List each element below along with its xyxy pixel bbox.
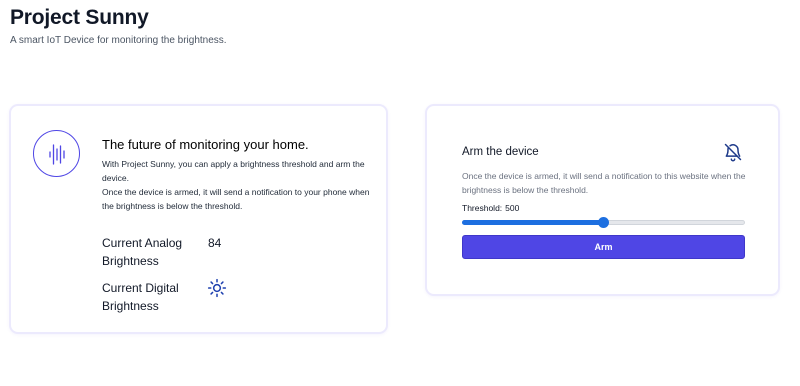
monitor-description: With Project Sunny, you can apply a brig… xyxy=(102,157,372,213)
slider-fill xyxy=(462,220,604,225)
page-subtitle: A smart IoT Device for monitoring the br… xyxy=(10,35,227,46)
bell-off-icon xyxy=(723,142,743,167)
threshold-slider[interactable] xyxy=(462,217,745,229)
sound-wave-icon xyxy=(33,130,80,177)
arm-card: Arm the device Once the device is armed,… xyxy=(425,104,780,296)
analog-brightness-label: Current Analog Brightness xyxy=(102,236,183,268)
monitor-title: The future of monitoring your home. xyxy=(102,137,309,152)
arm-card-description: Once the device is armed, it will send a… xyxy=(462,171,746,195)
page-title: Project Sunny xyxy=(10,6,149,29)
analog-brightness-value: 84 xyxy=(208,236,222,250)
arm-card-title: Arm the device xyxy=(462,146,539,158)
threshold-value: 500 xyxy=(505,203,520,213)
monitor-description-line1: With Project Sunny, you can apply a brig… xyxy=(102,159,365,183)
monitor-description-line2: Once the device is armed, it will send a… xyxy=(102,187,370,211)
arm-button[interactable]: Arm xyxy=(462,235,745,259)
threshold-label: Threshold: 500 xyxy=(462,203,519,213)
sun-icon xyxy=(207,278,227,303)
threshold-label-text: Threshold: xyxy=(462,203,503,213)
monitor-card: The future of monitoring your home. With… xyxy=(9,104,388,334)
slider-thumb[interactable] xyxy=(598,217,609,228)
digital-brightness-label: Current Digital Brightness xyxy=(102,281,179,313)
page-header: Project Sunny A smart IoT Device for mon… xyxy=(10,6,227,46)
